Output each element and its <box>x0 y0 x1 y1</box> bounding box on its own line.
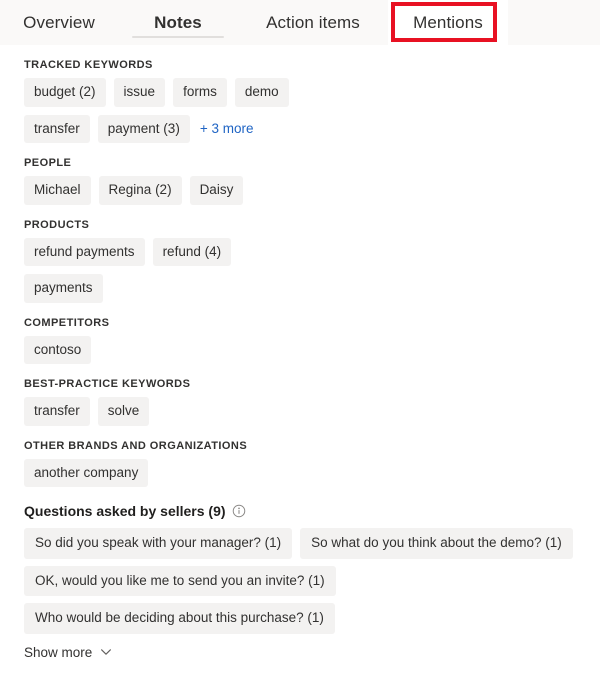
questions-by-sellers-header: Questions asked by sellers (9) <box>24 487 576 528</box>
keyword-chip[interactable]: forms <box>173 78 227 107</box>
show-more-keywords-link[interactable]: + 3 more <box>200 121 254 136</box>
qchip-row: So did you speak with your manager? (1) … <box>24 528 576 559</box>
show-more-seller-questions-button[interactable]: Show more <box>24 634 112 660</box>
question-chip[interactable]: OK, would you like me to send you an inv… <box>24 565 336 596</box>
keyword-chip[interactable]: demo <box>234 78 289 107</box>
section-people: PEOPLE Michael Regina (2) Daisy <box>0 143 600 205</box>
tab-bar: Overview Notes Action items Mentions <box>0 0 600 45</box>
questions-by-others-header: Questions asked by others (5) <box>24 662 576 679</box>
chip-row: contoso <box>24 335 576 364</box>
chip-row: budget (2) issue forms demo <box>24 78 576 107</box>
section-questions-by-others: Questions asked by others (5) Yeah, why … <box>0 662 600 679</box>
section-tracked-keywords: TRACKED KEYWORDS budget (2) issue forms … <box>0 45 600 143</box>
chip-row: transfer solve <box>24 397 576 426</box>
chip-row: transfer payment (3) + 3 more <box>24 114 576 143</box>
tab-notes-label: Notes <box>154 12 202 32</box>
section-questions-by-sellers: Questions asked by sellers (9) So did yo… <box>0 487 600 662</box>
question-chip[interactable]: So did you speak with your manager? (1) <box>24 528 293 559</box>
tab-mentions[interactable]: Mentions <box>388 0 508 45</box>
section-competitors: COMPETITORS contoso <box>0 303 600 364</box>
tab-overview[interactable]: Overview <box>0 0 118 45</box>
tab-action-items[interactable]: Action items <box>238 0 388 45</box>
chip-row: refund payments refund (4) <box>24 237 576 266</box>
tab-mentions-label: Mentions <box>413 12 483 32</box>
person-chip[interactable]: Daisy <box>189 176 244 205</box>
person-chip[interactable]: Michael <box>24 176 91 205</box>
tab-action-items-label: Action items <box>266 12 360 32</box>
product-chip[interactable]: payments <box>24 274 103 303</box>
question-chip[interactable]: So what do you think about the demo? (1) <box>300 528 573 559</box>
chip-row: payments <box>24 274 576 303</box>
mentions-panel: TRACKED KEYWORDS budget (2) issue forms … <box>0 45 600 679</box>
best-practice-chip[interactable]: transfer <box>24 397 90 426</box>
section-title: OTHER BRANDS AND ORGANIZATIONS <box>24 439 248 452</box>
section-other-brands: OTHER BRANDS AND ORGANIZATIONS another c… <box>0 426 600 487</box>
person-chip[interactable]: Regina (2) <box>98 176 182 205</box>
keyword-chip[interactable]: budget (2) <box>24 78 106 107</box>
section-best-practice-keywords: BEST-PRACTICE KEYWORDS transfer solve <box>0 364 600 426</box>
keyword-chip[interactable]: transfer <box>24 114 90 143</box>
tab-notes[interactable]: Notes <box>118 0 238 45</box>
section-title: COMPETITORS <box>24 316 110 329</box>
chip-row: Michael Regina (2) Daisy <box>24 176 576 205</box>
product-chip[interactable]: refund (4) <box>152 237 232 266</box>
tab-selected-indicator <box>132 36 224 38</box>
best-practice-chip[interactable]: solve <box>97 397 150 426</box>
show-more-label: Show more <box>24 644 93 660</box>
brand-chip[interactable]: another company <box>24 458 149 487</box>
chevron-down-icon <box>100 646 112 658</box>
section-products: PRODUCTS refund payments refund (4) paym… <box>0 205 600 303</box>
product-chip[interactable]: refund payments <box>24 237 145 266</box>
chip-row: another company <box>24 458 576 487</box>
section-title: TRACKED KEYWORDS <box>24 59 153 71</box>
competitor-chip[interactable]: contoso <box>24 335 92 364</box>
section-title: PRODUCTS <box>24 218 90 231</box>
section-title: PEOPLE <box>24 157 72 169</box>
info-circle-icon[interactable] <box>232 504 246 518</box>
tab-overview-label: Overview <box>23 12 95 32</box>
keyword-chip[interactable]: payment (3) <box>97 114 190 143</box>
qchip-row: OK, would you like me to send you an inv… <box>24 565 576 634</box>
question-chip[interactable]: Who would be deciding about this purchas… <box>24 603 335 634</box>
questions-by-sellers-title: Questions asked by sellers (9) <box>24 503 226 519</box>
keyword-chip[interactable]: issue <box>113 78 166 107</box>
section-title: BEST-PRACTICE KEYWORDS <box>24 378 191 390</box>
